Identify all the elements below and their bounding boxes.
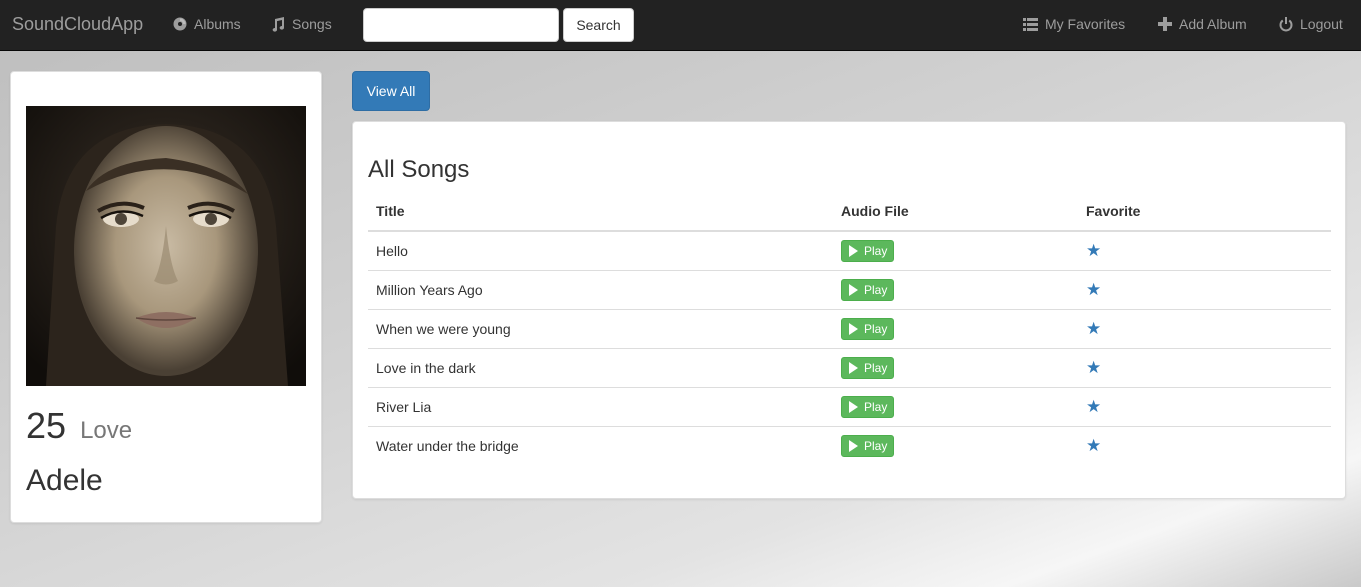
album-detail-panel: 25 Love Adele bbox=[10, 71, 322, 523]
songs-panel: All Songs Title Audio File Favorite Hell… bbox=[352, 121, 1346, 499]
play-button-label: Play bbox=[864, 360, 888, 375]
column-header-favorite: Favorite bbox=[1078, 191, 1331, 232]
nav-add-album[interactable]: Add Album bbox=[1157, 16, 1247, 32]
play-button[interactable]: Play bbox=[841, 434, 895, 457]
play-button-label: Play bbox=[864, 399, 888, 414]
plus-icon bbox=[1157, 17, 1172, 32]
play-button-label: Play bbox=[864, 243, 888, 258]
play-icon bbox=[849, 322, 858, 335]
song-audio-cell: Play bbox=[833, 308, 1078, 348]
play-button[interactable]: Play bbox=[841, 356, 895, 379]
list-icon bbox=[1023, 17, 1038, 32]
star-icon[interactable]: ★ bbox=[1086, 436, 1101, 455]
song-favorite-cell: ★ bbox=[1078, 308, 1331, 348]
brand-logo[interactable]: SoundCloudApp bbox=[12, 14, 143, 35]
nav-my-favorites[interactable]: My Favorites bbox=[1023, 16, 1125, 32]
power-icon bbox=[1278, 16, 1293, 32]
nav-albums[interactable]: Albums bbox=[172, 16, 241, 32]
play-icon bbox=[849, 400, 858, 413]
star-icon[interactable]: ★ bbox=[1086, 319, 1101, 338]
album-title: 25 Love bbox=[26, 405, 132, 447]
album-cover-image bbox=[26, 106, 306, 386]
songs-table: Title Audio File Favorite Hello Play ★ Mill… bbox=[368, 191, 1331, 465]
song-audio-cell: Play bbox=[833, 230, 1078, 270]
song-audio-cell: Play bbox=[833, 347, 1078, 387]
play-button[interactable]: Play bbox=[841, 278, 895, 301]
song-favorite-cell: ★ bbox=[1078, 230, 1331, 270]
disc-icon bbox=[172, 17, 187, 32]
song-title: River Lia bbox=[368, 386, 833, 426]
table-row: When we were young Play ★ bbox=[368, 308, 1331, 348]
nav-songs[interactable]: Songs bbox=[270, 16, 332, 32]
play-icon bbox=[849, 439, 858, 452]
song-favorite-cell: ★ bbox=[1078, 386, 1331, 426]
search-button[interactable]: Search bbox=[563, 8, 634, 42]
play-button-label: Play bbox=[864, 321, 888, 336]
top-navbar: SoundCloudApp Albums Songs Search My Fav… bbox=[0, 0, 1361, 51]
songs-heading: All Songs bbox=[368, 156, 470, 183]
search-input[interactable] bbox=[363, 8, 559, 42]
music-note-icon bbox=[270, 16, 285, 32]
star-icon[interactable]: ★ bbox=[1086, 241, 1101, 260]
song-title: Million Years Ago bbox=[368, 269, 833, 309]
song-favorite-cell: ★ bbox=[1078, 269, 1331, 309]
table-header-row: Title Audio File Favorite bbox=[368, 191, 1331, 232]
play-button[interactable]: Play bbox=[841, 395, 895, 418]
view-all-button[interactable]: View All bbox=[352, 71, 430, 111]
play-icon bbox=[849, 283, 858, 296]
nav-logout-label: Logout bbox=[1300, 16, 1343, 32]
table-row: Love in the dark Play ★ bbox=[368, 347, 1331, 387]
star-icon[interactable]: ★ bbox=[1086, 358, 1101, 377]
star-icon[interactable]: ★ bbox=[1086, 280, 1101, 299]
nav-albums-label: Albums bbox=[194, 16, 241, 32]
nav-logout[interactable]: Logout bbox=[1278, 16, 1343, 32]
play-button[interactable]: Play bbox=[841, 239, 895, 262]
song-audio-cell: Play bbox=[833, 386, 1078, 426]
play-icon bbox=[849, 361, 858, 374]
table-row: Million Years Ago Play ★ bbox=[368, 269, 1331, 309]
song-favorite-cell: ★ bbox=[1078, 347, 1331, 387]
column-header-audio: Audio File bbox=[833, 191, 1078, 232]
play-button-label: Play bbox=[864, 438, 888, 453]
table-row: River Lia Play ★ bbox=[368, 386, 1331, 426]
play-icon bbox=[849, 244, 858, 257]
play-button[interactable]: Play bbox=[841, 317, 895, 340]
nav-my-favorites-label: My Favorites bbox=[1045, 16, 1126, 32]
album-artist: Adele bbox=[26, 464, 103, 497]
star-icon[interactable]: ★ bbox=[1086, 397, 1101, 416]
nav-add-album-label: Add Album bbox=[1179, 16, 1247, 32]
album-subtitle: Love bbox=[80, 417, 133, 444]
table-row: Water under the bridge Play ★ bbox=[368, 425, 1331, 465]
song-audio-cell: Play bbox=[833, 425, 1078, 465]
song-title: Love in the dark bbox=[368, 347, 833, 387]
nav-songs-label: Songs bbox=[292, 16, 332, 32]
song-title: Hello bbox=[368, 230, 833, 270]
song-favorite-cell: ★ bbox=[1078, 425, 1331, 465]
column-header-title: Title bbox=[368, 191, 833, 232]
song-title: Water under the bridge bbox=[368, 425, 833, 465]
song-audio-cell: Play bbox=[833, 269, 1078, 309]
play-button-label: Play bbox=[864, 282, 888, 297]
table-row: Hello Play ★ bbox=[368, 230, 1331, 270]
album-title-number: 25 bbox=[26, 405, 67, 446]
song-title: When we were young bbox=[368, 308, 833, 348]
